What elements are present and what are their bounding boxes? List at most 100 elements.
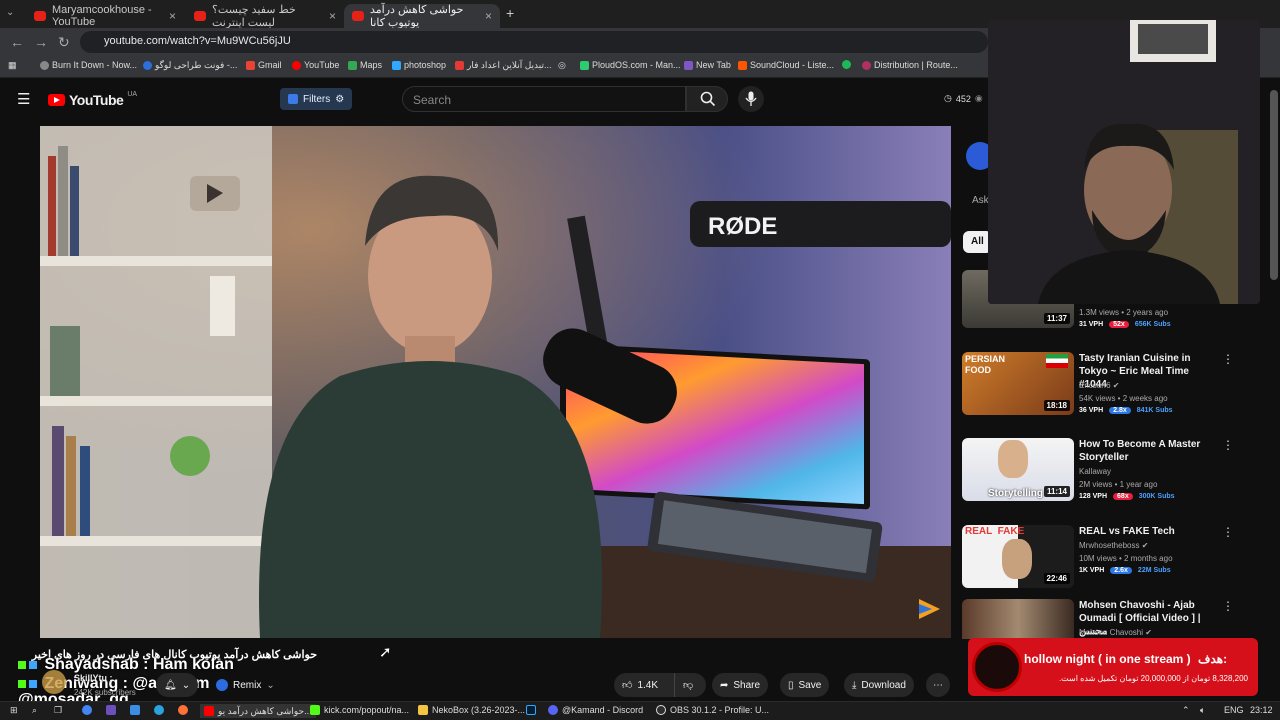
new-tab-button[interactable]: +	[506, 5, 514, 21]
recommendation-item[interactable]: PERSIAN FOOD 18:18 Tasty Iranian Cuisine…	[962, 352, 1262, 418]
video-player[interactable]: RØDE	[40, 126, 951, 638]
close-tab-icon[interactable]: ×	[485, 9, 492, 23]
chrome-icon[interactable]	[82, 705, 92, 715]
apps-grid-icon[interactable]: ▦	[8, 60, 17, 71]
forward-icon[interactable]: →	[34, 34, 48, 50]
duration-badge: 11:14	[1043, 486, 1070, 497]
taskbar-window[interactable]: @Kamand - Discord	[548, 705, 643, 715]
more-horizontal-icon: ⋯	[933, 679, 943, 691]
video-thumbnail[interactable]	[962, 599, 1074, 639]
more-actions-button[interactable]: ⋯	[926, 673, 950, 697]
app-logo-icon	[130, 705, 140, 715]
search-button[interactable]	[686, 86, 728, 112]
app-icon[interactable]	[154, 705, 164, 715]
bookmark-item[interactable]: Maps	[348, 60, 382, 70]
verified-icon: ✔	[1145, 628, 1152, 637]
clock[interactable]: 23:12	[1250, 705, 1273, 715]
rode-logo: RØDE	[708, 213, 777, 240]
spotify-icon[interactable]	[842, 60, 851, 69]
voice-search-button[interactable]	[738, 86, 764, 112]
app-icon[interactable]	[130, 705, 140, 715]
bookmark-item[interactable]: photoshop	[392, 60, 446, 70]
app-icon[interactable]	[106, 705, 116, 715]
share-icon: ➦	[720, 679, 729, 691]
search-input[interactable]: Search	[402, 86, 686, 112]
back-icon[interactable]: ←	[10, 34, 24, 50]
more-vertical-icon[interactable]: ⋮	[1222, 438, 1234, 452]
video-thumbnail[interactable]: REAL FAKE 22:46	[962, 525, 1074, 588]
channel-watermark-icon[interactable]	[916, 596, 942, 622]
more-vertical-icon[interactable]: ⋮	[1222, 525, 1234, 539]
bookmark-item[interactable]: Distribution | Route...	[862, 60, 958, 70]
video-title[interactable]: REAL vs FAKE Tech	[1079, 525, 1219, 538]
youtube-logo[interactable]: YouTube UA	[48, 91, 137, 108]
tray-chevron-icon[interactable]: ⌃	[1182, 705, 1190, 716]
start-icon[interactable]: ⊞	[10, 705, 18, 716]
hamburger-menu-icon[interactable]: ☰	[17, 90, 30, 108]
channel-name[interactable]: Mrwhosetheboss ✔	[1079, 541, 1148, 550]
bookmark-item[interactable]: YouTube	[292, 60, 339, 70]
search-placeholder: Search	[413, 93, 452, 107]
taskbar-window[interactable]: NekoBox (3.26-2023-...	[418, 705, 525, 715]
notifications-button[interactable]: 🔔︎ ⌄	[156, 673, 199, 697]
bookmark-item[interactable]: PloudOS.com - Man...	[580, 60, 681, 70]
duration-badge: 18:18	[1043, 400, 1070, 411]
volume-icon[interactable]: 🔈︎	[1200, 705, 1205, 716]
bookmark-item[interactable]: SoundCloud - Liste...	[738, 60, 834, 70]
language-indicator[interactable]: ENG	[1224, 705, 1244, 715]
photoshop-taskbar-icon[interactable]	[526, 705, 536, 715]
bookmark-item[interactable]: فونت طراحی لوگو -...	[143, 60, 237, 71]
taskbar-window[interactable]: kick.com/popout/na...	[310, 705, 409, 715]
recommendation-item[interactable]: REAL FAKE 22:46 REAL vs FAKE Tech Mrwhos…	[962, 525, 1262, 591]
taskview-icon[interactable]: ❐	[54, 705, 62, 716]
save-button[interactable]: ▯ Save	[780, 673, 830, 697]
browser-tab[interactable]: خط سفید چیست؟ لیست اینترنت ×	[186, 4, 344, 29]
tab-search-icon[interactable]: ⌄	[6, 7, 14, 18]
close-tab-icon[interactable]: ×	[169, 9, 176, 23]
bookmark-item[interactable]: Gmail	[246, 60, 282, 70]
window-label: @Kamand - Discord	[562, 705, 644, 715]
kick-icon	[18, 680, 26, 688]
bookmark-item[interactable]: تبدیل آنلاین اعداد فار...	[455, 60, 552, 71]
close-tab-icon[interactable]: ×	[329, 9, 336, 23]
taskbar-window[interactable]: OBS 30.1.2 - Profile: U...	[656, 705, 769, 715]
recommendation-item[interactable]: Mohsen Chavoshi - Ajab Oumadi [ Official…	[962, 599, 1262, 639]
recommendation-item[interactable]: Storytelling 11:14 How To Become A Maste…	[962, 438, 1262, 504]
video-thumbnail[interactable]: PERSIAN FOOD 18:18	[962, 352, 1074, 415]
url-field[interactable]: youtube.com/watch?v=Mu9WCu56jJU	[80, 31, 988, 53]
window-label: OBS 30.1.2 - Profile: U...	[670, 705, 770, 715]
video-meta: 2M views • 1 year ago	[1079, 480, 1158, 489]
taskbar-window[interactable]: حواشی کاهش درآمد یو...	[200, 704, 316, 718]
channel-name[interactable]: Kallaway	[1079, 467, 1111, 476]
donation-goal-widget: hollow night ( in one stream ) هدف: 8,32…	[968, 638, 1258, 696]
bookmark-favicon-icon	[684, 60, 693, 70]
globe-icon[interactable]: ◎	[558, 60, 566, 71]
app-icon[interactable]	[178, 705, 188, 715]
more-vertical-icon[interactable]: ⋮	[1222, 352, 1234, 366]
page-scrollbar[interactable]	[1270, 90, 1278, 280]
video-thumbnail[interactable]: Storytelling 11:14	[962, 438, 1074, 501]
browser-tab-active[interactable]: حواشی کاهش درآمد یوتیوب کانا ×	[344, 4, 500, 29]
soundcloud-icon	[738, 60, 747, 70]
bookmark-item[interactable]: New Tab	[684, 60, 731, 70]
filters-button[interactable]: Filters ⚙	[280, 88, 353, 110]
app-logo-icon	[106, 705, 116, 715]
kick-icon	[29, 680, 37, 688]
share-button[interactable]: ➦ Share	[712, 673, 769, 697]
channel-name[interactable]: Ericsurf6 ✔	[1079, 381, 1120, 390]
dislike-button[interactable]: 👎︎	[674, 673, 706, 697]
remix-button[interactable]: Remix ⌄	[208, 673, 283, 697]
browser-tab[interactable]: Maryamcookhouse - YouTube ×	[26, 4, 184, 28]
channel-name[interactable]: Mohsen Chavoshi ✔	[1079, 628, 1152, 637]
reload-icon[interactable]: ↻	[58, 34, 70, 51]
download-button[interactable]: ⤓ Download	[844, 673, 914, 697]
search-icon[interactable]: ⌕	[32, 705, 37, 716]
like-button[interactable]: 👍︎ 1.4K	[614, 673, 674, 697]
goal-progress-text: 8,328,200 تومان از 20,000,000 تومان تکمی…	[1058, 674, 1248, 683]
more-vertical-icon[interactable]: ⋮	[1222, 599, 1234, 613]
save-label: Save	[798, 679, 822, 691]
bookmark-favicon-icon	[455, 61, 464, 70]
video-title[interactable]: How To Become A Master Storyteller	[1079, 438, 1219, 464]
bookmark-item[interactable]: Burn It Down - Now...	[40, 60, 137, 70]
bookmark-favicon-icon	[862, 60, 871, 70]
